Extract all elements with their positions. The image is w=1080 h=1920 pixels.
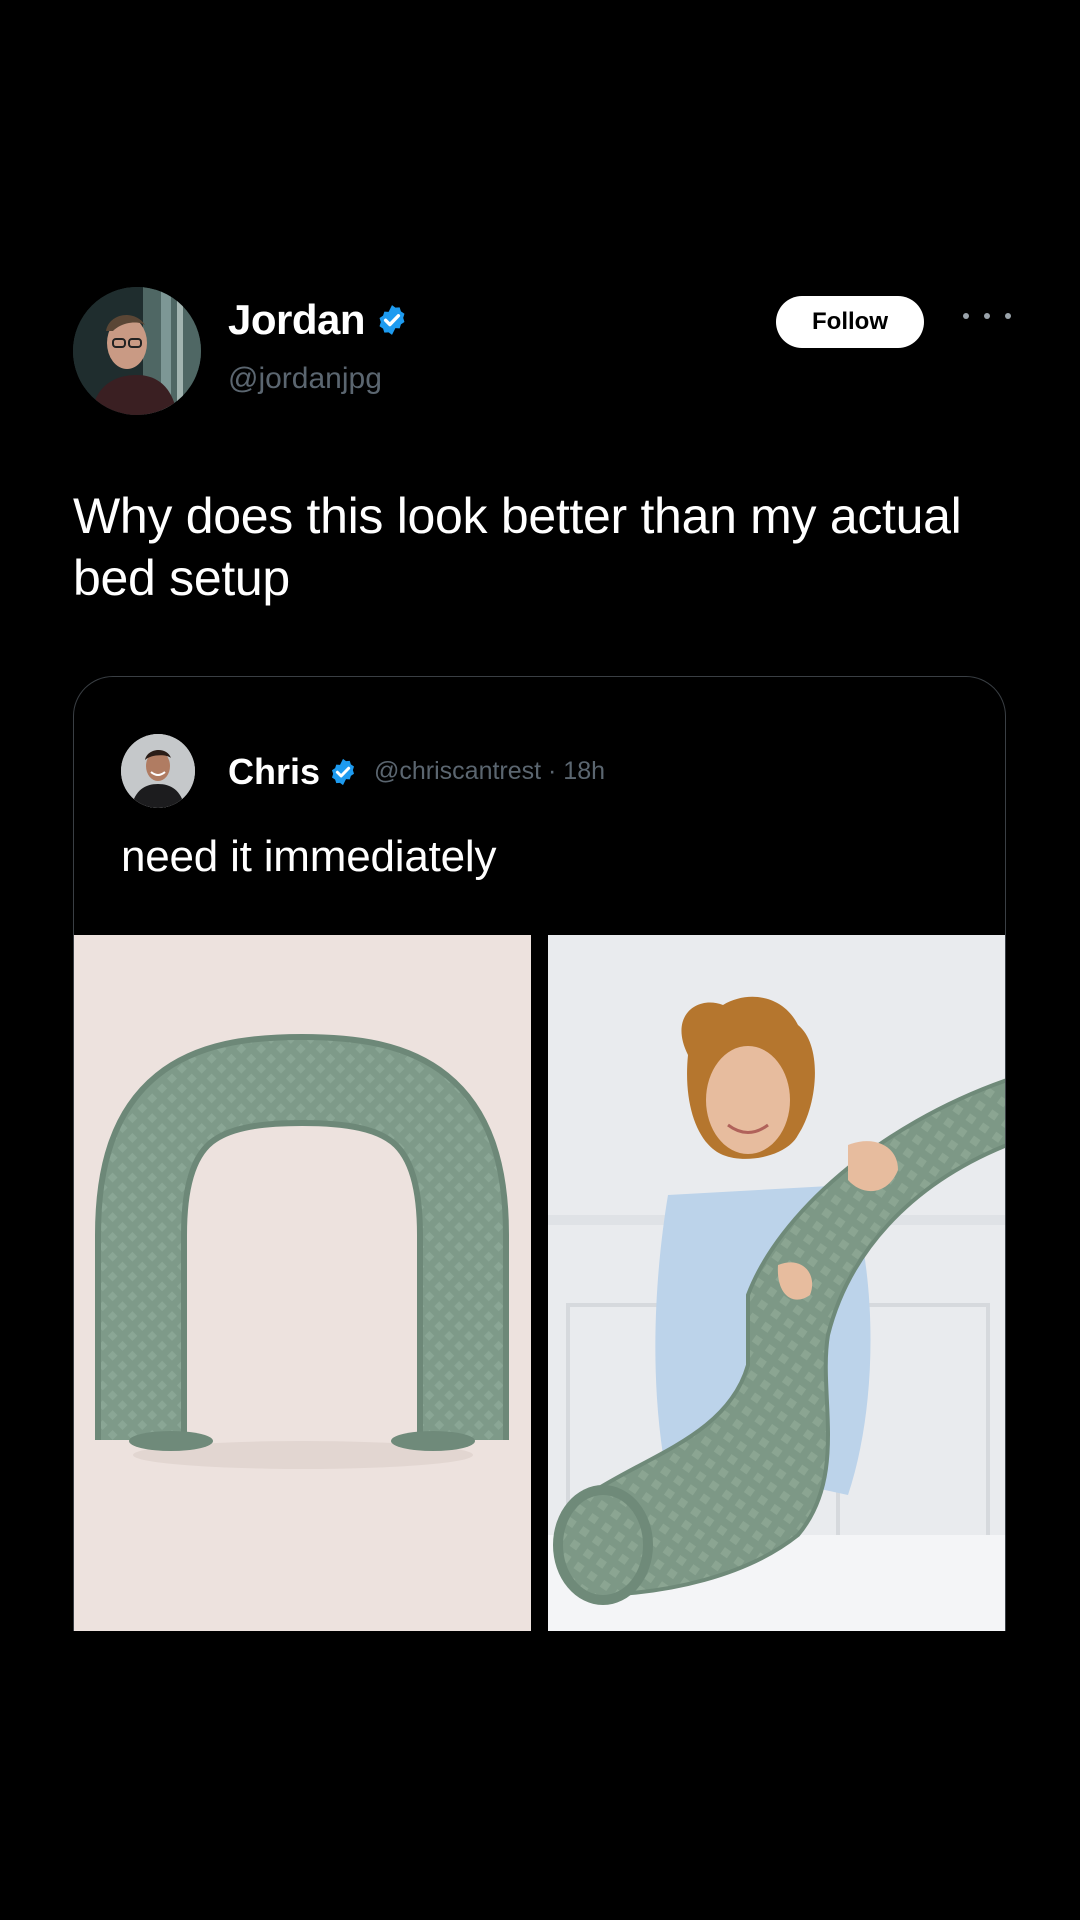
avatar-photo — [73, 287, 201, 415]
more-dot — [963, 313, 969, 319]
media-image-pillow[interactable] — [74, 935, 531, 1631]
author-handle[interactable]: @jordanjpg — [228, 362, 382, 396]
author-name-text: Jordan — [228, 296, 366, 343]
media-image-woman-hugging-pillow[interactable] — [548, 935, 1005, 1631]
author-name[interactable]: Jordan — [228, 296, 409, 344]
quoted-post-text: need it immediately — [121, 832, 497, 881]
verified-badge-icon — [379, 305, 405, 335]
more-dot — [984, 313, 990, 319]
quoted-author-name[interactable]: Chris — [228, 751, 358, 793]
post-text: Why does this look better than my actual… — [73, 488, 962, 606]
u-pillow-image — [95, 1033, 509, 1469]
quoted-post-card[interactable]: Chris @chriscantrest · 18h need it immed… — [73, 676, 1006, 1631]
follow-button[interactable]: Follow — [776, 296, 924, 348]
quoted-author-avatar[interactable] — [121, 734, 195, 808]
author-avatar[interactable] — [73, 287, 201, 415]
verified-badge-icon — [332, 758, 355, 786]
quoted-handle-timestamp: @chriscantrest · 18h — [374, 757, 606, 785]
more-options-icon[interactable] — [963, 302, 1011, 330]
quoted-avatar-photo — [121, 734, 195, 808]
quoted-author-name-text: Chris — [228, 751, 321, 792]
more-dot — [1005, 313, 1011, 319]
woman-pillow-image — [548, 935, 1005, 1631]
